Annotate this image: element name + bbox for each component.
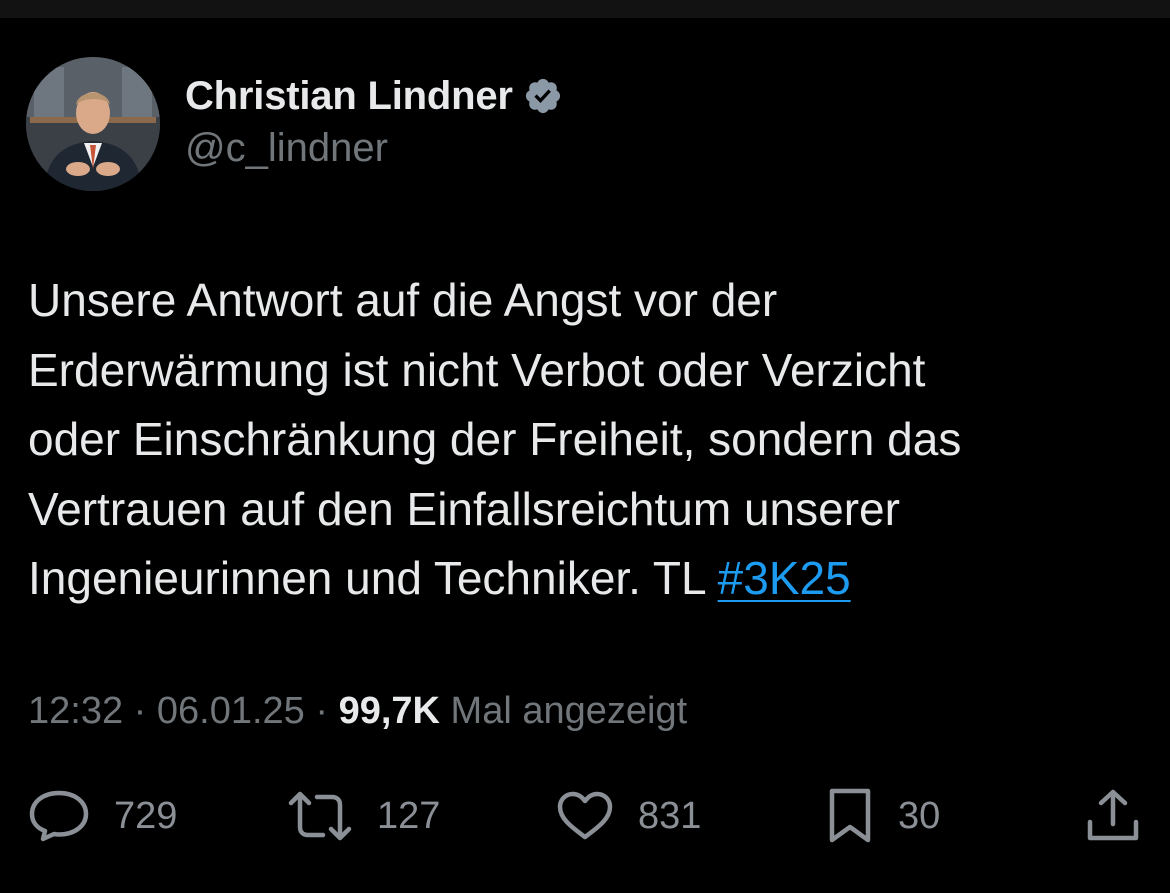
author-handle[interactable]: @c_lindner (185, 126, 388, 171)
reply-button[interactable]: 729 (28, 780, 177, 852)
bookmark-count: 30 (898, 794, 941, 837)
bookmark-button[interactable]: 30 (826, 780, 940, 852)
retweet-count: 127 (377, 794, 441, 837)
tweet-text-line: oder Einschränkung der Freiheit, sondern… (28, 413, 962, 465)
tweet-meta: 12:32 · 06.01.25 · 99,7K Mal angezeigt (28, 690, 687, 733)
meta-separator: · (123, 690, 157, 732)
avatar[interactable] (26, 57, 160, 191)
status-bar-strip (0, 0, 1170, 18)
tweet-text: Unsere Antwort auf die Angst vor der Erd… (28, 266, 1138, 614)
tweet-date[interactable]: 06.01.25 (157, 690, 305, 732)
views-label: Mal angezeigt (439, 690, 688, 732)
verified-badge-icon[interactable] (523, 76, 563, 116)
like-button[interactable]: 831 (556, 780, 701, 852)
author-name-row: Christian Lindner (185, 70, 563, 122)
like-count: 831 (638, 794, 702, 837)
bookmark-icon (829, 788, 871, 843)
reply-count: 729 (114, 794, 178, 837)
retweet-button[interactable]: 127 (287, 780, 440, 852)
tweet-time[interactable]: 12:32 (28, 690, 123, 732)
share-icon (1087, 789, 1139, 841)
meta-separator: · (304, 690, 339, 732)
author-display-name[interactable]: Christian Lindner (185, 74, 513, 119)
share-button[interactable] (1085, 780, 1141, 852)
hashtag-link[interactable]: #3K25 (718, 552, 851, 604)
tweet-text-line: Unsere Antwort auf die Angst vor der (28, 274, 778, 326)
tweet-text-line: Ingenieurinnen und Techniker. TL (28, 552, 718, 604)
tweet-text-line: Erderwärmung ist nicht Verbot oder Verzi… (28, 343, 926, 396)
tweet-actions-bar: 729 127 831 30 (0, 780, 1170, 852)
views-count: 99,7K (338, 690, 440, 732)
reply-icon (29, 790, 89, 842)
retweet-icon (288, 791, 352, 841)
avatar-photo (26, 57, 160, 191)
tweet-text-last-line: Ingenieurinnen und Techniker. TL #3K25 (28, 544, 1138, 614)
heart-icon (557, 791, 613, 840)
tweet-text-line: Vertrauen auf den Einfallsreichtum unser… (28, 482, 900, 535)
